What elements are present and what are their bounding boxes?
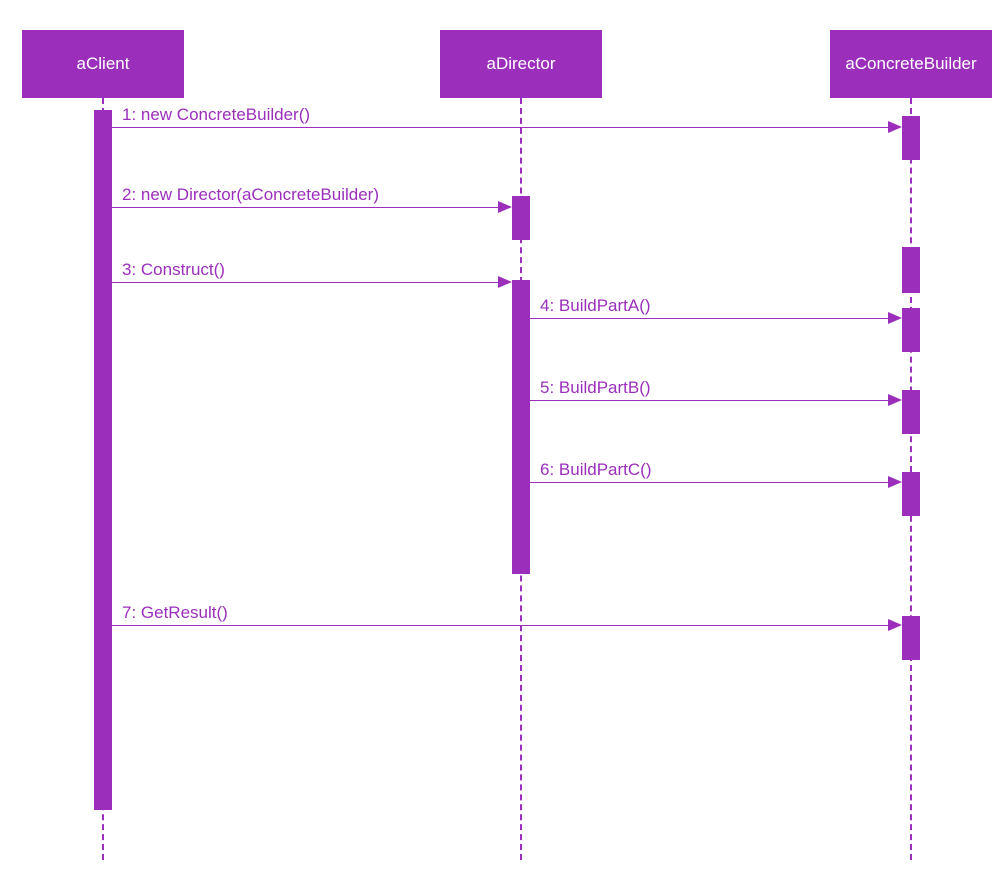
message-label: 3: Construct(): [122, 260, 225, 280]
participant-label: aDirector: [487, 54, 556, 74]
participant-label: aClient: [77, 54, 130, 74]
message-label: 5: BuildPartB(): [540, 378, 651, 398]
activation-bar: [512, 196, 530, 240]
activation-bar: [902, 308, 920, 352]
message-line: [112, 282, 500, 283]
message-label: 2: new Director(aConcreteBuilder): [122, 185, 379, 205]
message-label: 6: BuildPartC(): [540, 460, 651, 480]
message-line: [530, 400, 890, 401]
message-line: [112, 625, 890, 626]
arrow-head-icon: [888, 476, 902, 488]
arrow-head-icon: [498, 276, 512, 288]
arrow-head-icon: [888, 619, 902, 631]
message-line: [530, 318, 890, 319]
message-line: [112, 127, 890, 128]
arrow-head-icon: [888, 394, 902, 406]
activation-bar: [94, 110, 112, 810]
activation-bar: [902, 116, 920, 160]
activation-bar: [902, 247, 920, 293]
message-label: 7: GetResult(): [122, 603, 228, 623]
activation-bar: [902, 616, 920, 660]
message-line: [530, 482, 890, 483]
activation-bar: [902, 472, 920, 516]
activation-bar: [512, 280, 530, 574]
participant-box: aClient: [22, 30, 184, 98]
participant-box: aDirector: [440, 30, 602, 98]
arrow-head-icon: [888, 312, 902, 324]
participant-box: aConcreteBuilder: [830, 30, 992, 98]
arrow-head-icon: [888, 121, 902, 133]
message-line: [112, 207, 500, 208]
participant-label: aConcreteBuilder: [845, 54, 976, 74]
activation-bar: [902, 390, 920, 434]
message-label: 1: new ConcreteBuilder(): [122, 105, 310, 125]
arrow-head-icon: [498, 201, 512, 213]
message-label: 4: BuildPartA(): [540, 296, 651, 316]
